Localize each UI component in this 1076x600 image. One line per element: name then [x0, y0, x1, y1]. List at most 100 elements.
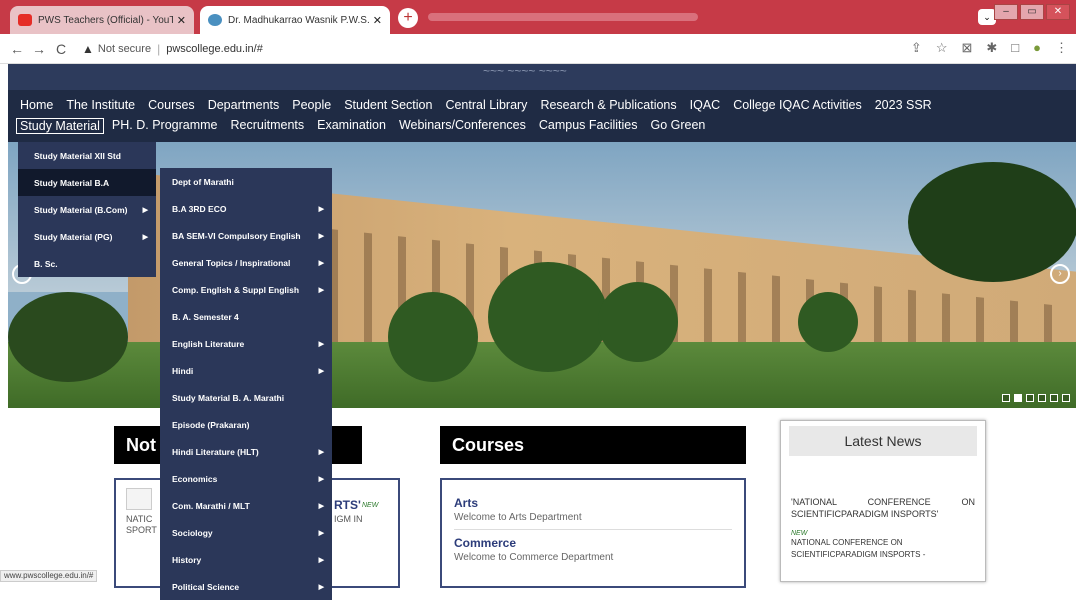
notice-text-left: NATIC SPORT — [126, 514, 157, 535]
address-bar: ← → C ▲ Not secure | pwscollege.edu.in/#… — [0, 34, 1076, 64]
caret-right-icon: ▶ — [318, 583, 324, 591]
nav-library[interactable]: Central Library — [445, 98, 527, 112]
bookmark-star-icon[interactable]: ☆ — [936, 40, 948, 56]
study-material-menu: Study Material XII Std Study Material B.… — [18, 142, 156, 277]
caret-right-icon: ▶ — [318, 232, 324, 240]
nav-institute[interactable]: The Institute — [66, 98, 135, 112]
menu-item-label: Sociology — [172, 527, 213, 538]
divider — [454, 529, 732, 530]
submenu-item[interactable]: Episode (Prakaran) — [160, 411, 332, 438]
course-commerce-link[interactable]: Commerce — [454, 536, 732, 550]
status-url: www.pwscollege.edu.in/# — [0, 570, 98, 582]
hero-tree — [488, 262, 608, 372]
sidepanel-icon[interactable]: □ — [1011, 40, 1019, 56]
ba-submenu: Dept of Marathi B.A 3RD ECO ▶ BA SEM-VI C… — [160, 168, 332, 600]
news-item[interactable]: NATIONAL CONFERENCE ON SCIENTIFICPARADIG… — [781, 537, 985, 561]
submenu-item[interactable]: General Topics / Inspirational ▶ — [160, 249, 332, 276]
menu-item-pg[interactable]: Study Material (PG) ▶ — [18, 223, 156, 250]
submenu-item[interactable]: History ▶ — [160, 546, 332, 573]
youtube-icon — [18, 14, 32, 26]
nav-campus[interactable]: Campus Facilities — [539, 118, 638, 134]
menu-item-xii-std[interactable]: Study Material XII Std — [18, 142, 156, 169]
notice-heading-ext — [332, 426, 362, 464]
slider-next-icon[interactable]: › — [1050, 264, 1070, 284]
menu-item-label: BA SEM-VI Compulsory English — [172, 230, 301, 241]
notice-title[interactable]: RTS' — [334, 498, 361, 512]
nav-study-material[interactable]: Study Material — [16, 118, 104, 134]
course-arts-link[interactable]: Arts — [454, 496, 732, 510]
menu-item-label: Study Material (B.Com) — [34, 204, 128, 215]
menu-item-bsc[interactable]: B. Sc. — [18, 250, 156, 277]
slider-dots — [1002, 394, 1070, 402]
caret-right-icon: ▶ — [318, 502, 324, 510]
submenu-item[interactable]: Comp. English & Suppl English ▶ — [160, 276, 332, 303]
window-close-button[interactable]: ✕ — [1046, 4, 1070, 20]
slider-dot[interactable] — [1062, 394, 1070, 402]
submenu-item[interactable]: Economics ▶ — [160, 465, 332, 492]
puzzle-icon[interactable]: ✱ — [986, 40, 997, 56]
window-controls: – ▭ ✕ — [994, 4, 1070, 20]
caret-right-icon: ▶ — [318, 340, 324, 348]
nav-go-green[interactable]: Go Green — [651, 118, 706, 134]
submenu-item[interactable]: Sociology ▶ — [160, 519, 332, 546]
nav-recruitments[interactable]: Recruitments — [231, 118, 305, 134]
slider-dot[interactable] — [1050, 394, 1058, 402]
slider-dot[interactable] — [1014, 394, 1022, 402]
submenu-item[interactable]: Hindi ▶ — [160, 357, 332, 384]
courses-panel: Arts Welcome to Arts Department Commerce… — [440, 478, 746, 588]
url-input[interactable]: pwscollege.edu.in/# — [166, 43, 263, 55]
caret-right-icon: ▶ — [318, 475, 324, 483]
submenu-item[interactable]: Hindi Literature (HLT) ▶ — [160, 438, 332, 465]
browser-tab-college[interactable]: Dr. Madhukarrao Wasnik P.W.S. ✕ — [200, 6, 390, 34]
profile-avatar-icon[interactable]: ● — [1033, 40, 1041, 56]
slider-dot[interactable] — [1002, 394, 1010, 402]
site-favicon-icon — [208, 14, 222, 26]
caret-right-icon: ▶ — [318, 286, 324, 294]
slider-dot[interactable] — [1026, 394, 1034, 402]
submenu-item[interactable]: Dept of Marathi — [160, 168, 332, 195]
back-icon[interactable]: ← — [6, 41, 28, 57]
forward-icon[interactable]: → — [28, 41, 50, 57]
hero-tree — [388, 292, 478, 382]
nav-courses[interactable]: Courses — [148, 98, 195, 112]
new-badge: NEW — [362, 502, 379, 509]
nav-ssr[interactable]: 2023 SSR — [875, 98, 932, 112]
news-item[interactable]: 'NATIONAL CONFERENCE ON SCIENTIFICPARADI… — [781, 496, 985, 520]
submenu-item[interactable]: B. A. Semester 4 — [160, 303, 332, 330]
menu-item-ba[interactable]: Study Material B.A — [18, 169, 156, 196]
menu-item-label: B.A 3RD ECO — [172, 203, 227, 214]
menu-dots-icon[interactable]: ⋮ — [1055, 40, 1068, 56]
share-icon[interactable]: ⇪ — [911, 40, 922, 56]
maximize-button[interactable]: ▭ — [1020, 4, 1044, 20]
extension-icon[interactable]: ⊠ — [961, 40, 972, 56]
nav-home[interactable]: Home — [20, 98, 53, 112]
nav-examination[interactable]: Examination — [317, 118, 386, 134]
submenu-item[interactable]: BA SEM-VI Compulsory English ▶ — [160, 222, 332, 249]
minimize-button[interactable]: – — [994, 4, 1018, 20]
menu-item-bcom[interactable]: Study Material (B.Com) ▶ — [18, 196, 156, 223]
nav-student-section[interactable]: Student Section — [344, 98, 432, 112]
browser-tabbar: PWS Teachers (Official) - YouTub ✕ Dr. M… — [0, 0, 1076, 34]
submenu-item[interactable]: Com. Marathi / MLT ▶ — [160, 492, 332, 519]
submenu-item[interactable]: B.A 3RD ECO ▶ — [160, 195, 332, 222]
nav-iqac[interactable]: IQAC — [690, 98, 721, 112]
nav-departments[interactable]: Departments — [208, 98, 280, 112]
browser-tab-youtube[interactable]: PWS Teachers (Official) - YouTub ✕ — [10, 6, 194, 34]
nav-webinars[interactable]: Webinars/Conferences — [399, 118, 526, 134]
security-label[interactable]: Not secure — [98, 43, 151, 55]
nav-iqac-activities[interactable]: College IQAC Activities — [733, 98, 862, 112]
submenu-item[interactable]: English Literature ▶ — [160, 330, 332, 357]
close-icon[interactable]: ✕ — [373, 14, 382, 27]
slider-dot[interactable] — [1038, 394, 1046, 402]
close-icon[interactable]: ✕ — [177, 14, 186, 27]
nav-research[interactable]: Research & Publications — [540, 98, 676, 112]
caret-right-icon: ▶ — [142, 233, 148, 241]
menu-item-label: Study Material (PG) — [34, 231, 113, 242]
nav-people[interactable]: People — [292, 98, 331, 112]
nav-phd[interactable]: PH. D. Programme — [112, 118, 218, 134]
submenu-item[interactable]: Political Science ▶ — [160, 573, 332, 600]
warning-icon[interactable]: ▲ — [82, 42, 94, 56]
reload-icon[interactable]: C — [50, 41, 72, 57]
submenu-item[interactable]: Study Material B. A. Marathi — [160, 384, 332, 411]
new-tab-button[interactable]: + — [398, 8, 418, 28]
